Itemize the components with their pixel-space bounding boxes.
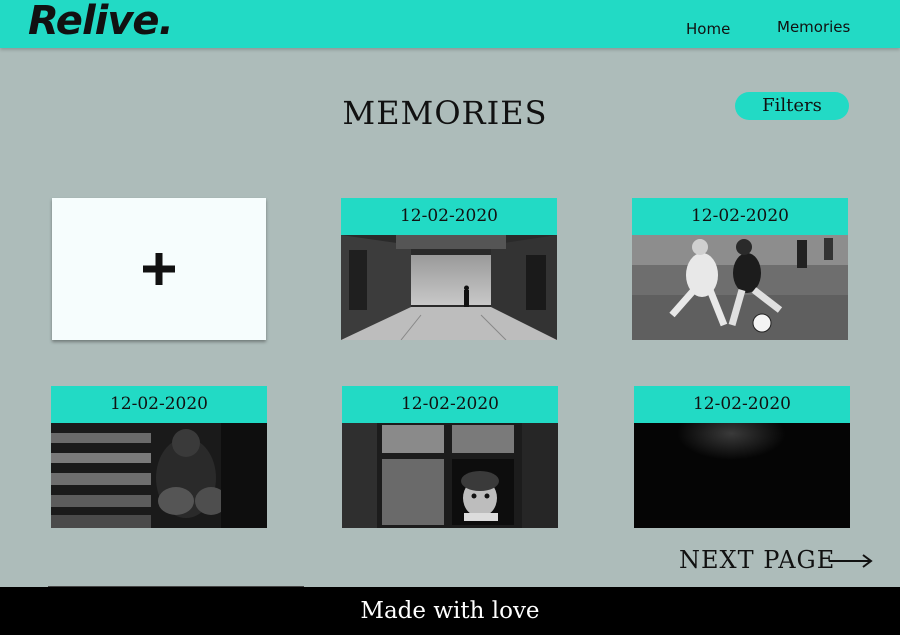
top-navbar: Relive. Home Memories	[0, 0, 900, 48]
memory-photo[interactable]	[342, 423, 558, 528]
add-memory-card[interactable]	[52, 198, 266, 340]
memory-card[interactable]: 12-02-2020	[51, 386, 267, 528]
logo[interactable]: Relive.	[28, 0, 174, 44]
memory-card[interactable]: 12-02-2020	[634, 386, 850, 528]
memory-photo[interactable]	[632, 235, 848, 340]
memory-photo[interactable]	[51, 423, 267, 528]
memory-photo[interactable]	[634, 423, 850, 528]
memory-date: 12-02-2020	[51, 386, 267, 423]
nav-memories-link[interactable]: Memories	[777, 18, 850, 36]
memory-date: 12-02-2020	[632, 198, 848, 235]
memory-date: 12-02-2020	[341, 198, 557, 235]
memory-date: 12-02-2020	[634, 386, 850, 423]
memory-card[interactable]: 12-02-2020	[342, 386, 558, 528]
memory-card[interactable]: 12-02-2020	[341, 198, 557, 340]
next-page-link[interactable]: NEXT PAGE	[679, 546, 835, 574]
arrow-right-icon[interactable]	[829, 553, 873, 572]
memory-date: 12-02-2020	[342, 386, 558, 423]
memory-photo[interactable]	[341, 235, 557, 340]
filters-button[interactable]: Filters	[735, 92, 849, 120]
nav-home-link[interactable]: Home	[686, 20, 730, 38]
plus-icon	[52, 198, 266, 340]
footer: Made with love	[0, 587, 900, 635]
memory-card[interactable]: 12-02-2020	[632, 198, 848, 340]
